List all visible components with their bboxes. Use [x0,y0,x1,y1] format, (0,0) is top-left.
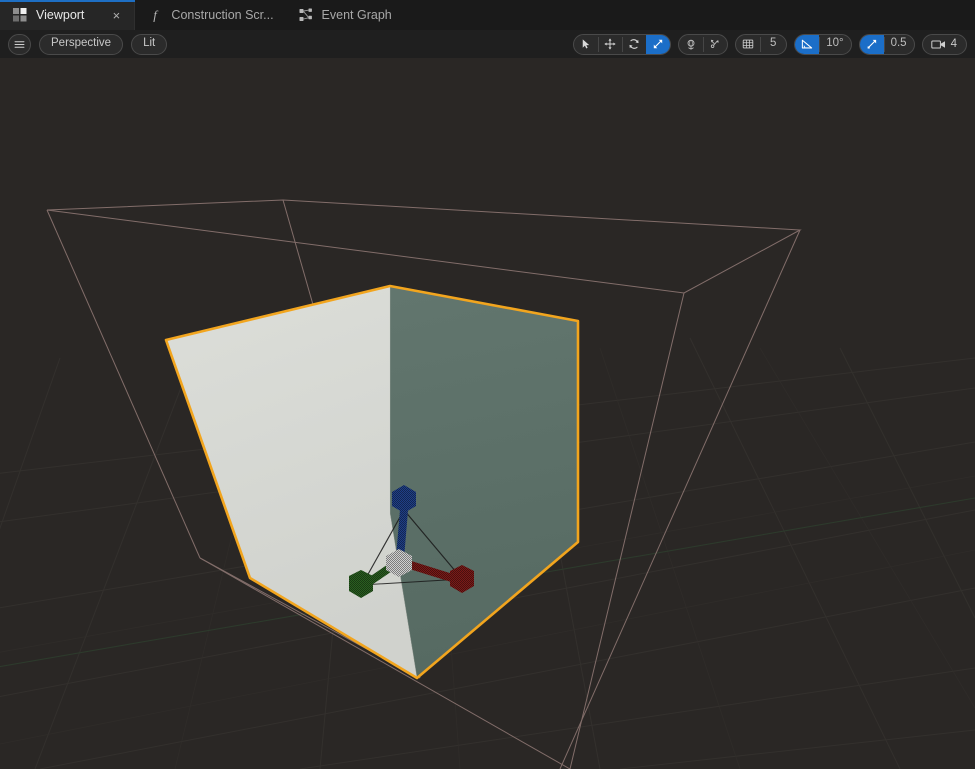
tab-construction-script[interactable]: f Construction Scr... [135,0,285,30]
blueprint-editor-window: Viewport × f Construction Scr... Event G… [0,0,975,769]
scene-render [0,58,975,769]
surface-snap-icon [709,38,721,50]
scale-snap-toggle-button[interactable] [859,34,884,54]
tab-viewport[interactable]: Viewport × [0,0,136,30]
scale-snap-group: 0.5 [858,33,915,55]
viewport-toolbar-right: 5 10° 0.5 4 [573,30,967,58]
transform-tool-group [573,33,672,55]
surface-snap-toggle-button[interactable] [703,35,727,54]
angle-snap-value[interactable]: 10° [819,35,850,54]
grid-snap-group: 5 [735,33,788,55]
globe-axis-icon [685,38,697,50]
cursor-arrow-icon [580,38,592,50]
viewport-options-menu-button[interactable] [8,33,31,55]
rotate-tool-button[interactable] [622,35,646,54]
translate-tool-button[interactable] [598,35,622,54]
camera-icon [930,39,946,50]
tab-label: Construction Scr... [171,7,274,22]
scale-snap-value[interactable]: 0.5 [883,35,914,54]
world-space-toggle-button[interactable] [679,35,703,54]
scale-tool-button[interactable] [646,34,671,54]
scale-diagonal-icon [652,38,664,50]
tab-label: Viewport [36,7,85,22]
tab-event-graph[interactable]: Event Graph [286,0,404,30]
camera-speed-value: 4 [950,38,957,50]
viewport-grid-icon [13,8,27,22]
scale-snap-icon [866,38,878,50]
camera-mode-button[interactable]: Perspective [39,33,124,55]
angle-snap-group: 10° [794,33,852,55]
viewport-toolbar-left: Perspective Lit [8,30,168,58]
tab-bar: Viewport × f Construction Scr... Event G… [0,0,975,30]
close-icon[interactable]: × [109,8,123,22]
select-tool-button[interactable] [574,35,598,54]
camera-speed-group[interactable]: 4 [921,33,967,55]
hamburger-menu-icon [13,38,26,51]
tab-label: Event Graph [321,7,392,22]
angle-snap-toggle-button[interactable] [795,34,820,54]
viewport-toolbar: Perspective Lit 5 10° 0.5 4 [0,30,975,58]
function-italic-f-icon: f [148,8,162,22]
angle-snap-icon [801,38,813,50]
viewport-3d-canvas[interactable] [0,58,975,769]
rotate-arrows-icon [628,38,640,50]
node-graph-icon [299,8,313,22]
grid-snap-icon [742,38,754,50]
svg-text:f: f [154,8,160,22]
grid-snap-value[interactable]: 5 [760,35,786,54]
move-arrows-icon [604,38,616,50]
space-tool-group [678,33,729,55]
view-mode-button[interactable]: Lit [131,33,168,55]
grid-snap-toggle-button[interactable] [736,35,760,54]
